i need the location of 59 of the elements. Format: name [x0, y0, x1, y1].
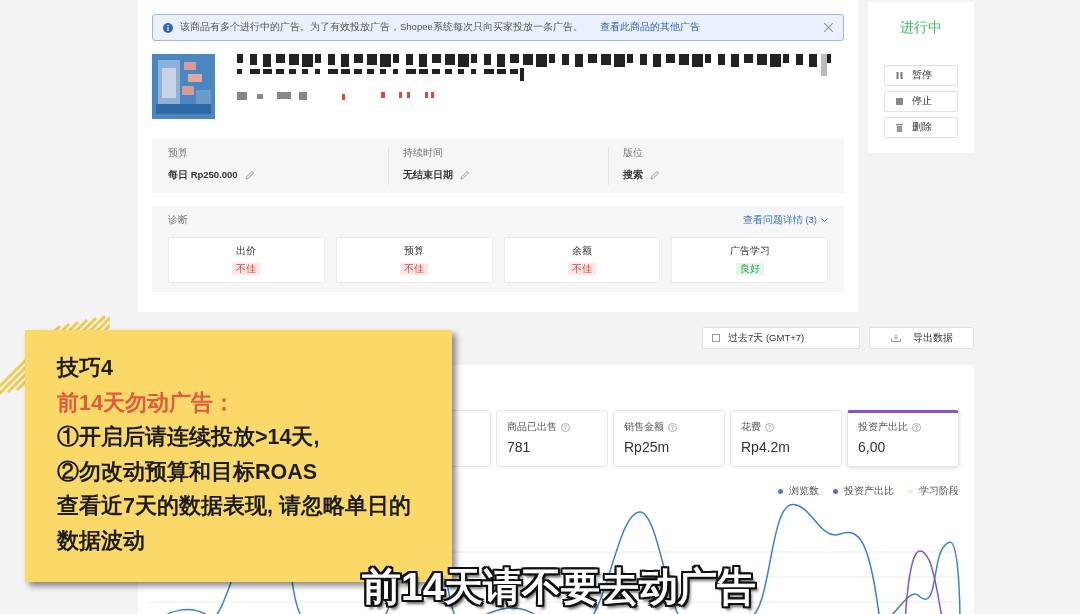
- stop-icon: [896, 98, 903, 105]
- setting-value: 每日 Rp250.000: [168, 169, 238, 182]
- date-range-field[interactable]: 过去7天 (GMT+7): [702, 327, 860, 349]
- metric-card[interactable]: 花费 Rp4.2m: [730, 410, 842, 467]
- trash-icon: [896, 123, 903, 132]
- help-icon[interactable]: [765, 423, 774, 432]
- setting-label: 版位: [623, 147, 644, 160]
- diagnosis-label: 余额: [571, 245, 592, 258]
- metric-label: 投资产出比: [858, 421, 908, 434]
- metric-label: 销售金额: [624, 421, 664, 434]
- help-icon[interactable]: [912, 423, 921, 432]
- status-tag: 良好: [735, 263, 764, 275]
- legend-label: 浏览数: [789, 485, 819, 498]
- stop-button[interactable]: 停止: [884, 91, 958, 112]
- status-tag: 不佳: [567, 263, 596, 275]
- download-icon: [890, 334, 901, 342]
- legend-label: 学习阶段: [919, 485, 959, 498]
- metric-value: 6,00: [858, 439, 887, 455]
- setting-label: 预算: [168, 147, 189, 160]
- pause-icon: [896, 72, 903, 79]
- metric-card[interactable]: 投资产出比 6,00: [847, 410, 959, 467]
- metric-value: Rp25m: [624, 439, 671, 455]
- issue-details-link[interactable]: 查看问题详情 (3): [742, 214, 828, 227]
- status-tag: 不佳: [232, 263, 261, 275]
- help-icon[interactable]: [561, 423, 570, 432]
- tip-text: ②勿改动预算和目标ROAS: [57, 458, 319, 486]
- help-icon[interactable]: [668, 423, 677, 432]
- diagnosis-label: 广告学习: [729, 245, 770, 258]
- setting-value: 无结束日期: [403, 169, 453, 182]
- metric-card[interactable]: 销售金额 Rp25m: [613, 410, 725, 467]
- calendar-icon: [712, 334, 720, 342]
- status-tag: 不佳: [400, 263, 429, 275]
- info-icon: [163, 22, 173, 33]
- close-icon[interactable]: [824, 23, 833, 32]
- tip-text: ①开启后请连续投放>14天,: [57, 424, 321, 451]
- edit-icon[interactable]: [649, 170, 660, 181]
- metric-card[interactable]: 商品已出售 781: [496, 410, 608, 467]
- status-label: 进行中: [899, 19, 943, 37]
- setting-value: 搜索: [623, 169, 643, 182]
- metric-value: Rp4.2m: [741, 439, 792, 455]
- edit-icon[interactable]: [459, 170, 470, 181]
- chevron-down-icon: [821, 218, 828, 223]
- tip-text: 查看近7天的数据表现, 请忽略单日的数据波动: [57, 493, 412, 555]
- metric-value: 781: [507, 439, 532, 455]
- edit-icon[interactable]: [243, 170, 255, 181]
- metric-label: 花费: [741, 421, 761, 434]
- notice-text: 该商品有多个进行中的广告。为了有效投放广告，Shopee系统每次只向买家投放一条广告。: [180, 21, 583, 34]
- legend-label: 投资产出比: [844, 485, 894, 498]
- metric-label: 商品已出售: [507, 421, 557, 434]
- diagnosis-label: 出价: [236, 245, 257, 258]
- export-button[interactable]: 导出数据: [869, 327, 974, 349]
- delete-button[interactable]: 删除: [884, 117, 958, 138]
- diagnosis-label: 预算: [404, 245, 425, 258]
- tip-heading: 前14天勿动广告：: [57, 389, 236, 417]
- other-ads-link[interactable]: 查看此商品的其他广告: [599, 21, 700, 34]
- diagnosis-title: 诊断: [168, 214, 188, 227]
- setting-label: 持续时间: [403, 147, 444, 160]
- tip-title: 技巧4: [57, 355, 114, 382]
- pause-button[interactable]: 暂停: [884, 65, 958, 86]
